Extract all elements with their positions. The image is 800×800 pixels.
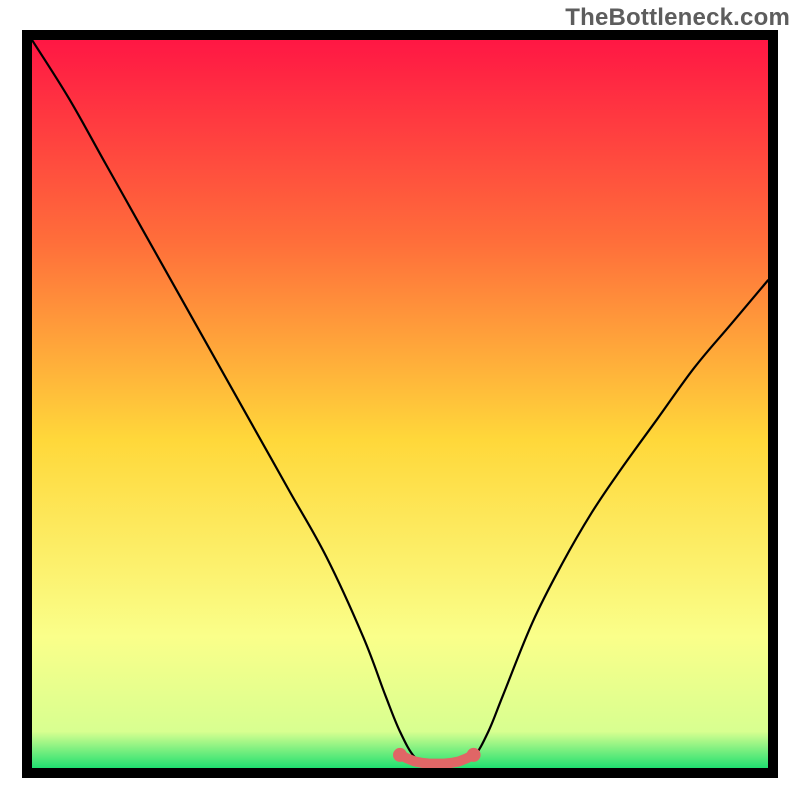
chart-frame: [22, 30, 778, 778]
plot-area: [32, 40, 768, 768]
chart-svg: [32, 40, 768, 768]
gradient-background: [32, 40, 768, 768]
marker-dot: [393, 748, 407, 762]
watermark-text: TheBottleneck.com: [565, 4, 790, 32]
chart-container: TheBottleneck.com: [0, 0, 800, 800]
marker-dot: [467, 748, 481, 762]
